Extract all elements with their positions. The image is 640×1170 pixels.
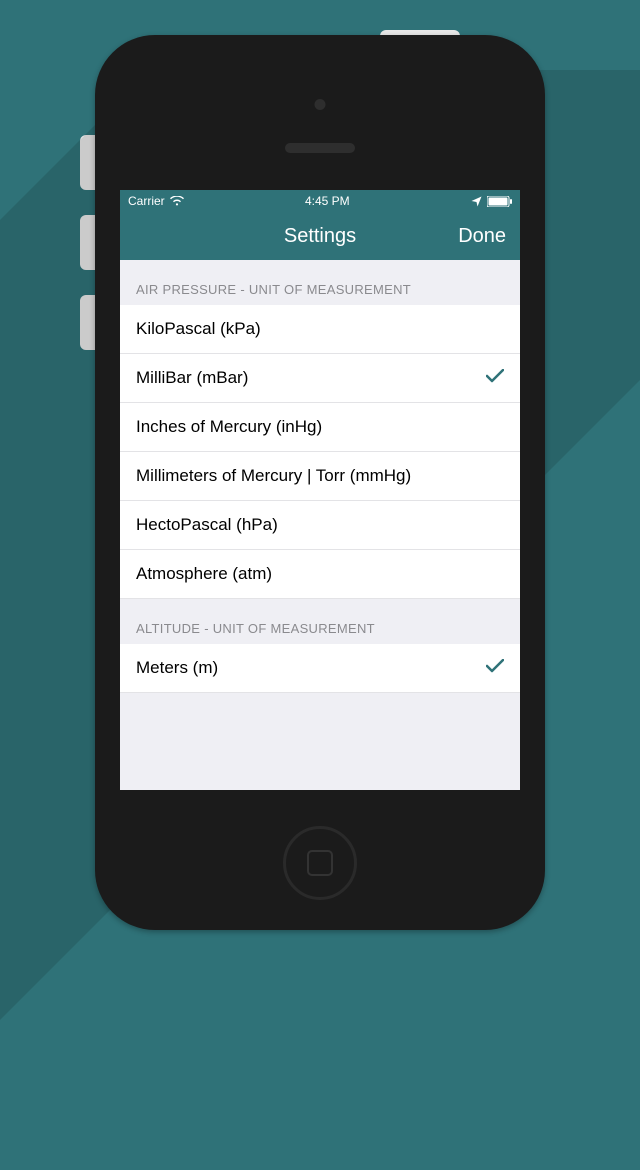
section-header-altitude: ALTITUDE - UNIT OF MEASUREMENT: [120, 599, 520, 644]
row-meters[interactable]: Meters (m): [120, 644, 520, 693]
phone-camera: [315, 99, 326, 110]
carrier-label: Carrier: [128, 194, 165, 208]
battery-icon: [487, 196, 512, 207]
location-icon: [471, 196, 482, 207]
row-label: Atmosphere (atm): [136, 564, 272, 584]
done-button[interactable]: Done: [458, 225, 506, 248]
home-button[interactable]: [283, 826, 357, 900]
row-label: Millimeters of Mercury | Torr (mmHg): [136, 466, 411, 486]
page-title: Settings: [284, 225, 356, 248]
section-header-pressure: AIR PRESSURE - UNIT OF MEASUREMENT: [120, 260, 520, 305]
phone-speaker: [285, 143, 355, 153]
row-hpa[interactable]: HectoPascal (hPa): [120, 501, 520, 550]
row-label: KiloPascal (kPa): [136, 319, 261, 339]
status-time: 4:45 PM: [305, 194, 350, 208]
row-label: HectoPascal (hPa): [136, 515, 278, 535]
row-kpa[interactable]: KiloPascal (kPa): [120, 305, 520, 354]
status-bar: Carrier 4:45 PM: [120, 190, 520, 212]
wifi-icon: [170, 196, 184, 206]
row-mbar[interactable]: MilliBar (mBar): [120, 354, 520, 403]
checkmark-icon: [486, 368, 504, 388]
row-inhg[interactable]: Inches of Mercury (inHg): [120, 403, 520, 452]
row-atm[interactable]: Atmosphere (atm): [120, 550, 520, 599]
phone-frame: Carrier 4:45 PM Settings Done AIR PRESSU…: [95, 35, 545, 930]
checkmark-icon: [486, 658, 504, 678]
row-label: Meters (m): [136, 658, 218, 678]
row-label: Inches of Mercury (inHg): [136, 417, 322, 437]
row-mmhg[interactable]: Millimeters of Mercury | Torr (mmHg): [120, 452, 520, 501]
nav-bar: Settings Done: [120, 212, 520, 260]
row-label: MilliBar (mBar): [136, 368, 248, 388]
screen: Carrier 4:45 PM Settings Done AIR PRESSU…: [120, 190, 520, 790]
